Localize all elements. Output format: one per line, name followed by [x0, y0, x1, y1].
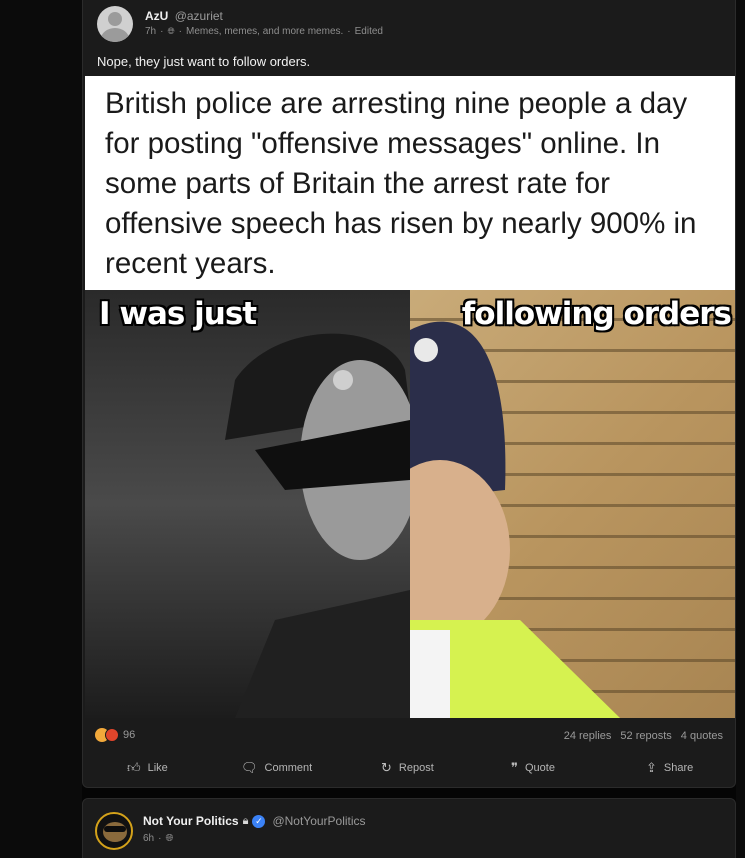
avatar-sunglasses [104, 826, 126, 832]
avatar-body [101, 28, 129, 42]
post-time[interactable]: 6h [143, 833, 154, 844]
author-display-name[interactable]: Not Your Politics [143, 814, 239, 828]
repost-label: Repost [398, 762, 434, 774]
stats-row: 96 24 replies 52 reposts 4 quotes [95, 728, 723, 746]
globe-icon: 🌐︎ [165, 833, 174, 844]
meta-separator: · [160, 26, 164, 37]
photo-left-half [85, 290, 410, 718]
post-image[interactable]: British police are arresting nine people… [85, 76, 735, 718]
repost-icon: ↻ [381, 760, 392, 775]
avatar-face [103, 822, 127, 842]
avatar[interactable] [95, 812, 133, 850]
meme-right-text: following orders [461, 296, 732, 332]
officer-silhouette [225, 333, 410, 718]
share-label: Share [663, 762, 694, 774]
comment-button[interactable]: 🗨︎ Comment [241, 760, 312, 776]
meme-photo: I was just following orders [85, 290, 735, 718]
avatar-head [108, 12, 122, 26]
meta-separator: · [347, 26, 351, 37]
like-label: Like [147, 762, 168, 774]
verified-icon: ✓ [252, 814, 266, 828]
community-link[interactable]: Memes, memes, and more memes. [186, 26, 343, 37]
replies-count[interactable]: 24 replies [564, 730, 612, 742]
lock-icon: 🔒︎ [242, 814, 249, 827]
edited-label: Edited [354, 26, 383, 37]
repost-button[interactable]: ↻ Repost [381, 760, 434, 776]
author-display-name[interactable]: AzU [145, 9, 168, 23]
comment-label: Comment [264, 762, 313, 774]
photo-right-half [410, 290, 735, 718]
post-card: Not Your Politics 🔒︎ ✓ @NotYourPolitics … [82, 798, 736, 858]
comment-icon: 🗨︎ [241, 760, 258, 775]
post-time[interactable]: 7h [145, 26, 156, 37]
quote-label: Quote [525, 762, 555, 774]
post-meta: 7h · 🌐︎ · Memes, memes, and more memes. … [145, 26, 383, 37]
share-icon: ⇪ [646, 760, 657, 775]
share-button[interactable]: ⇪ Share [646, 760, 693, 776]
engagement-counts: 24 replies 52 reposts 4 quotes [564, 730, 723, 742]
meta-separator: · [158, 833, 162, 844]
post-text: Nope, they just want to follow orders. [97, 54, 311, 69]
quote-icon: ❞ [511, 760, 518, 775]
author-row: Not Your Politics 🔒︎ ✓ @NotYourPolitics [143, 814, 366, 828]
angry-face-icon [105, 728, 119, 742]
left-gutter [0, 0, 82, 858]
globe-icon: 🌐︎ [167, 26, 175, 36]
quotes-count[interactable]: 4 quotes [681, 730, 723, 742]
meme-caption: British police are arresting nine people… [105, 87, 697, 280]
scrollbar[interactable] [736, 0, 745, 858]
meta-separator: · [178, 26, 183, 37]
reaction-icons [95, 728, 119, 742]
like-button[interactable]: 👍︎ Like [127, 760, 168, 776]
reposts-count[interactable]: 52 reposts [620, 730, 671, 742]
meme-left-text: I was just [99, 296, 257, 332]
author-row: AzU @azuriet [145, 9, 223, 23]
post-meta: 6h · 🌐︎ [143, 833, 173, 844]
avatar[interactable] [97, 6, 133, 42]
police-silhouette [410, 321, 620, 718]
reaction-count: 96 [123, 729, 136, 741]
thumbs-up-icon: 👍︎ [127, 760, 141, 775]
post-card: AzU @azuriet 7h · 🌐︎ · Memes, memes, and… [82, 0, 736, 788]
author-handle[interactable]: @NotYourPolitics [272, 814, 365, 828]
quote-button[interactable]: ❞ Quote [511, 760, 555, 776]
author-handle[interactable]: @azuriet [175, 9, 223, 23]
action-bar: 👍︎ Like 🗨︎ Comment ↻ Repost ❞ Quote ⇪ Sh… [83, 756, 737, 780]
reactions-summary[interactable]: 96 [95, 728, 135, 742]
